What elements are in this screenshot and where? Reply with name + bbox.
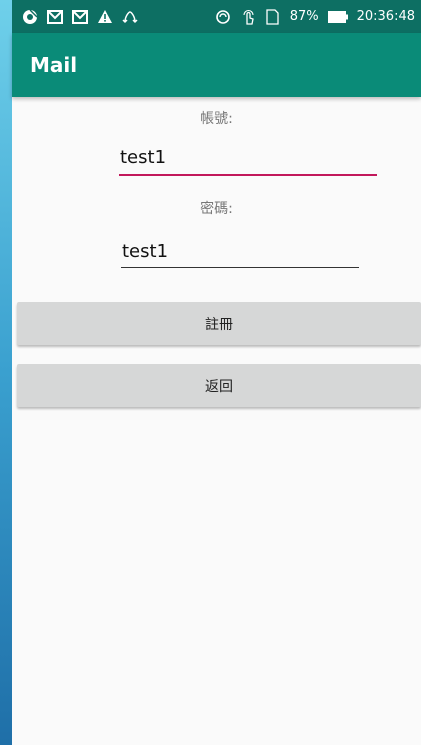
left-background-strip	[0, 0, 12, 745]
battery-icon	[327, 9, 348, 25]
gmail-icon	[72, 9, 88, 25]
sim-card-icon	[265, 8, 281, 25]
chrome-icon	[22, 9, 38, 25]
warning-icon	[97, 9, 113, 25]
gmail-icon	[47, 9, 63, 25]
app-bar: Mail	[12, 33, 421, 97]
status-icons-left	[22, 9, 138, 25]
touch-icon	[240, 9, 256, 25]
status-bar: 87% 20:36:48	[12, 0, 421, 33]
status-icons-right: 87% 20:36:48	[215, 8, 415, 25]
sync-circle-icon	[215, 9, 231, 25]
sync-icon	[122, 9, 138, 25]
account-input[interactable]	[119, 140, 377, 176]
account-label: 帳號:	[200, 111, 233, 127]
battery-percent: 87%	[289, 9, 319, 24]
status-time: 20:36:48	[356, 9, 415, 24]
phone-screen: 87% 20:36:48 Mail 帳號: 密碼: 註冊 返回	[12, 0, 421, 745]
back-button[interactable]: 返回	[17, 364, 421, 407]
password-input[interactable]	[121, 235, 359, 268]
register-button[interactable]: 註冊	[17, 302, 421, 345]
app-title: Mail	[30, 53, 78, 77]
password-label: 密碼:	[200, 201, 233, 217]
